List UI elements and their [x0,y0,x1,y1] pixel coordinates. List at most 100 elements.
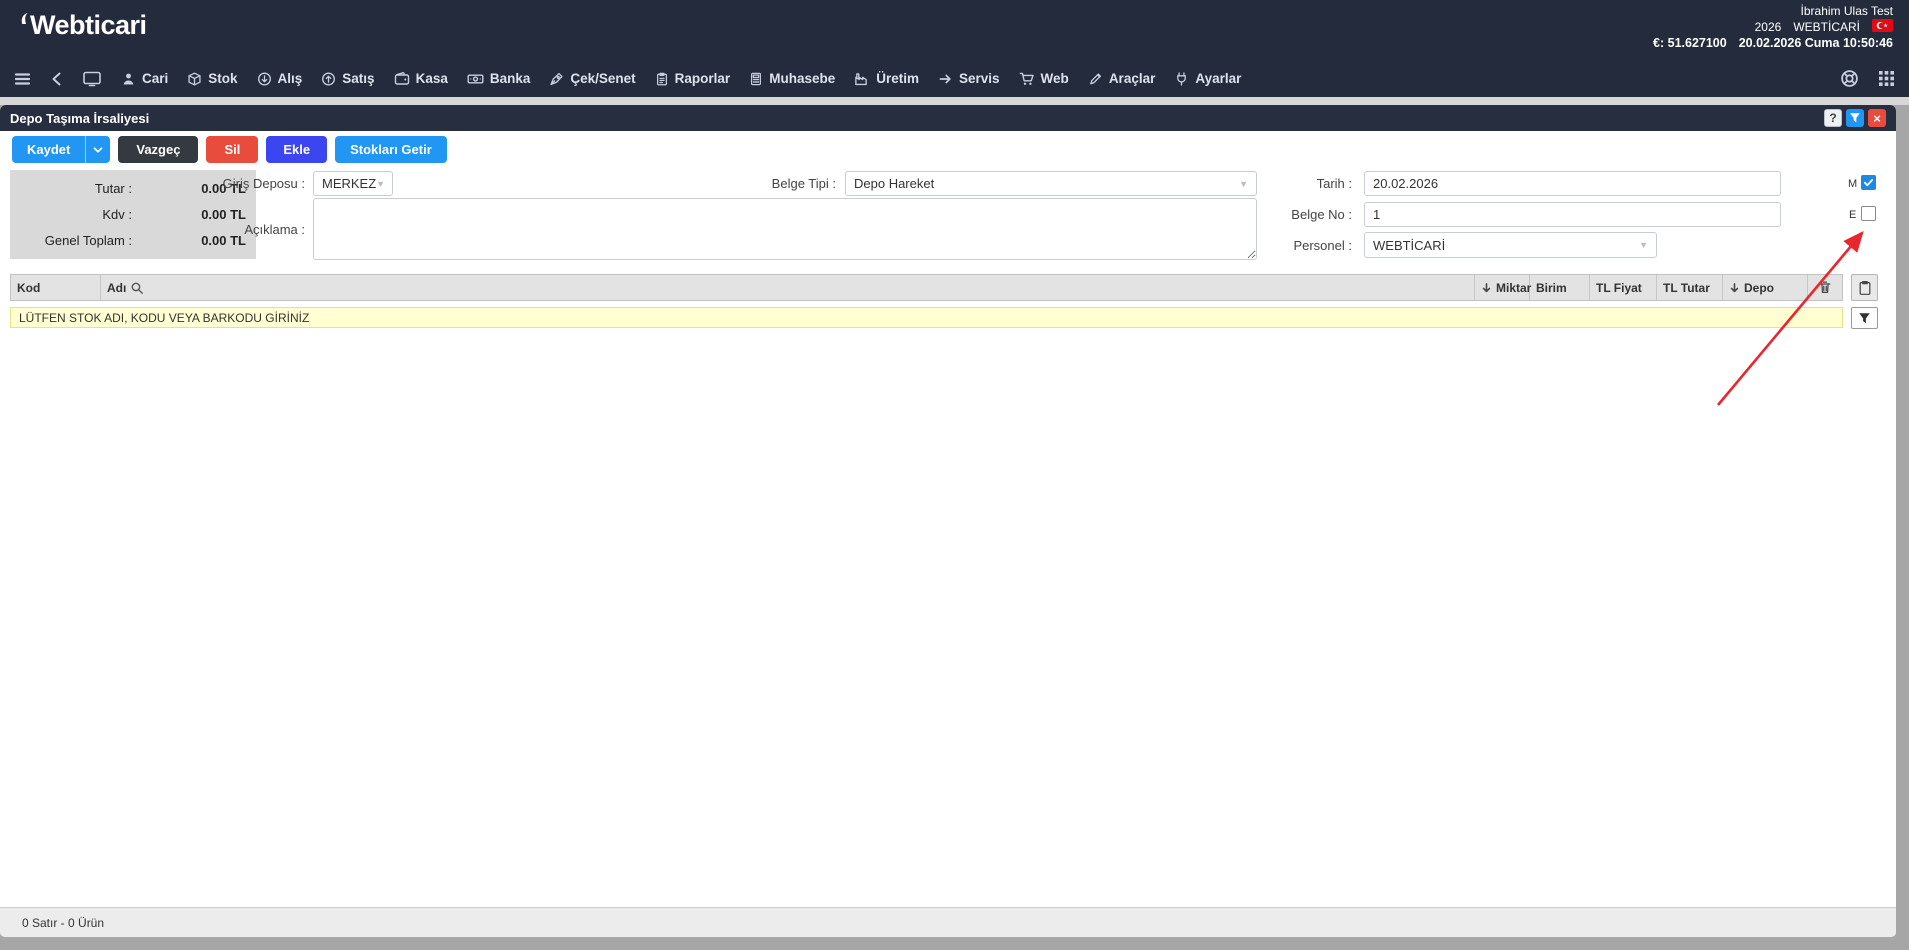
menu-item-label: Stok [208,71,237,86]
checkbox-e[interactable] [1861,206,1876,221]
user-name: İbrahim Ulas Test [1801,4,1893,19]
exchange-rate: €: 51.627100 [1653,36,1727,51]
page-title: Depo Taşıma İrsaliyesi [10,111,149,126]
menu-item-alis[interactable]: Alış [257,71,303,87]
screen-icon[interactable] [82,70,102,87]
chevron-down-icon: ▼ [376,179,385,189]
menu-item-raporlar[interactable]: Raporlar [655,71,731,87]
entry-warehouse-select[interactable]: MERKEZ ▼ [313,171,393,196]
app-logo[interactable]: Webticari [20,10,147,41]
document-type-value: Depo Hareket [854,176,934,191]
column-header-miktar[interactable]: Miktar [1475,275,1530,300]
cancel-button[interactable]: Vazgeç [118,136,198,163]
arrow-up-circle-icon [321,71,336,87]
menu-item-cari[interactable]: Cari [121,71,168,87]
person-icon [121,71,136,87]
close-icon[interactable]: × [1868,109,1886,127]
entry-warehouse-label: Giriş Deposu : [180,176,305,191]
document-no-input[interactable] [1364,202,1781,227]
delete-column-header[interactable] [1808,275,1842,300]
user-info: İbrahim Ulas Test 2026 WEBTİCARİ €: 51.6… [1653,4,1893,51]
menu-item-satis[interactable]: Satış [321,71,374,87]
plug-icon [1174,71,1189,87]
service-arrow-icon [938,71,953,87]
menu-item-uretim[interactable]: Üretim [854,71,919,87]
document-type-label: Belge Tipi : [716,176,836,191]
date-input[interactable] [1364,171,1781,196]
filter-button[interactable] [1846,109,1864,127]
check-icon [1863,177,1874,188]
fetch-stocks-button[interactable]: Stokları Getir [335,136,447,163]
box-icon [187,71,202,87]
company-name: WEBTİCARİ [1793,20,1860,35]
column-header-birim[interactable]: Birim [1530,275,1590,300]
menu-item-label: Muhasebe [769,71,835,86]
menu-item-servis[interactable]: Servis [938,71,1000,87]
menu-item-muhasebe[interactable]: Muhasebe [749,71,835,87]
notice-text: LÜTFEN STOK ADI, KODU VEYA BARKODU GİRİN… [19,311,309,325]
checkbox-m-label: M [1848,178,1857,190]
row-count-status: 0 Satır - 0 Ürün [22,916,104,930]
clipboard-button[interactable] [1851,274,1878,301]
titlebar-buttons: ? × [1824,109,1886,127]
sort-down-icon [1729,282,1740,294]
menu-item-label: Araçlar [1109,71,1156,86]
hamburger-menu-icon[interactable] [14,71,31,87]
cart-icon [1019,71,1035,87]
pencil-icon [1088,71,1103,87]
clipboard-icon [1858,280,1872,296]
banknote-icon [467,71,484,87]
apps-grid-icon[interactable] [1878,70,1895,87]
panel-titlebar: Depo Taşıma İrsaliyesi ? × [0,105,1896,131]
add-button[interactable]: Ekle [266,136,327,163]
funnel-icon [1849,112,1861,124]
menu-item-stok[interactable]: Stok [187,71,237,87]
personnel-select[interactable]: WEBTİCARİ ▼ [1364,232,1657,258]
menu-item-kasa[interactable]: Kasa [394,71,448,87]
grid-header: Kod Adı Miktar Birim TL Fiyat TL Tutar [10,274,1843,301]
arrow-down-circle-icon [257,71,272,87]
grid-filter-button[interactable] [1851,307,1878,329]
total-amount-label: Tutar : [10,181,132,196]
app-header: Webticari İbrahim Ulas Test 2026 WEBTİCA… [0,0,1909,97]
column-header-kod[interactable]: Kod [11,275,101,300]
chevron-down-icon: ▼ [1639,240,1648,250]
vat-value: 0.00 TL [132,207,256,222]
search-icon[interactable] [130,281,144,295]
entry-warehouse-value: MERKEZ [322,176,376,191]
support-icon[interactable] [1840,69,1859,88]
column-header-tl-tutar[interactable]: TL Tutar [1657,275,1723,300]
chevron-down-icon [91,143,105,157]
menu-item-cek-senet[interactable]: Çek/Senet [549,71,635,87]
menu-item-label: Servis [959,71,1000,86]
menu-item-ayarlar[interactable]: Ayarlar [1174,71,1241,87]
back-icon[interactable] [50,71,63,87]
personnel-value: WEBTİCARİ [1373,238,1445,253]
column-header-adi[interactable]: Adı [101,275,1475,300]
description-label: Açıklama : [180,222,305,237]
menu-item-label: Çek/Senet [570,71,635,86]
checkbox-e-label: E [1849,209,1856,221]
menu-bar: Cari Stok Alış Satış Kasa Banka Çek/Sene… [0,60,1909,97]
stock-entry-notice-row[interactable]: LÜTFEN STOK ADI, KODU VEYA BARKODU GİRİN… [10,307,1843,328]
column-header-tl-fiyat[interactable]: TL Fiyat [1590,275,1657,300]
checkbox-m[interactable] [1861,175,1876,190]
menu-item-web[interactable]: Web [1019,71,1069,87]
save-button[interactable]: Kaydet [12,136,85,163]
menu-item-label: Web [1041,71,1069,86]
grand-total-label: Genel Toplam : [10,233,132,248]
logo-text: Webticari [30,10,147,41]
menu-item-label: Satış [342,71,374,86]
delete-button[interactable]: Sil [206,136,258,163]
vat-row: Kdv : 0.00 TL [10,207,256,222]
turkish-flag-icon [1872,19,1893,36]
save-dropdown-button[interactable] [85,136,110,163]
column-header-depo[interactable]: Depo [1723,275,1808,300]
menu-item-label: Cari [142,71,168,86]
menu-item-banka[interactable]: Banka [467,71,531,87]
pen-nib-icon [549,71,564,87]
menu-item-araclar[interactable]: Araçlar [1088,71,1156,87]
help-button[interactable]: ? [1824,109,1842,127]
description-textarea[interactable] [313,198,1257,260]
document-type-select[interactable]: Depo Hareket ▼ [845,171,1257,196]
